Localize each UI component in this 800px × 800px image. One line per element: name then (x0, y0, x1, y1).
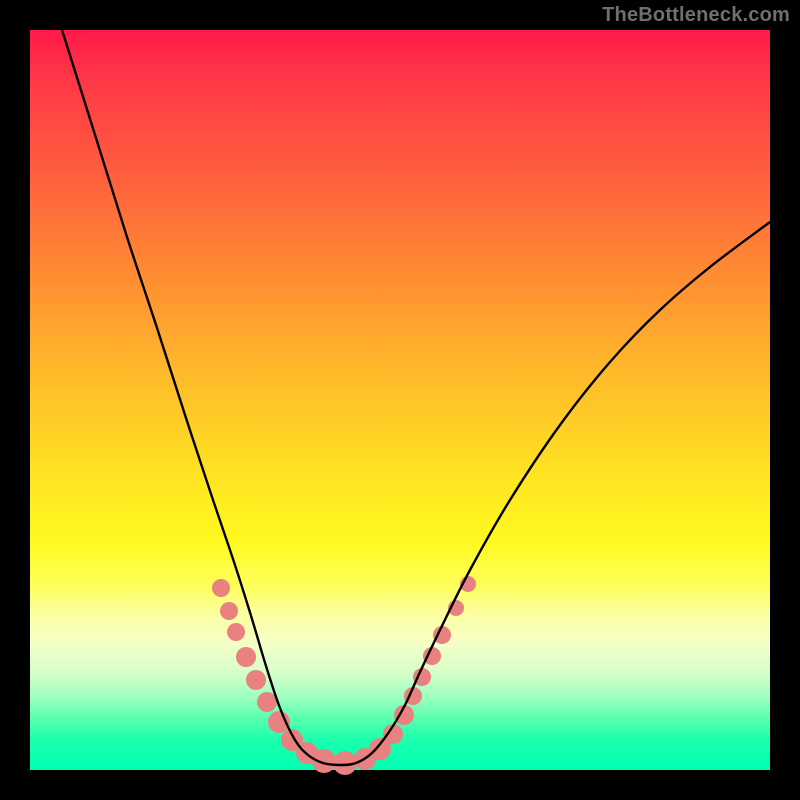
gradient-plot-area (30, 30, 770, 770)
chart-frame: TheBottleneck.com (0, 0, 800, 800)
watermark-text: TheBottleneck.com (602, 4, 790, 27)
